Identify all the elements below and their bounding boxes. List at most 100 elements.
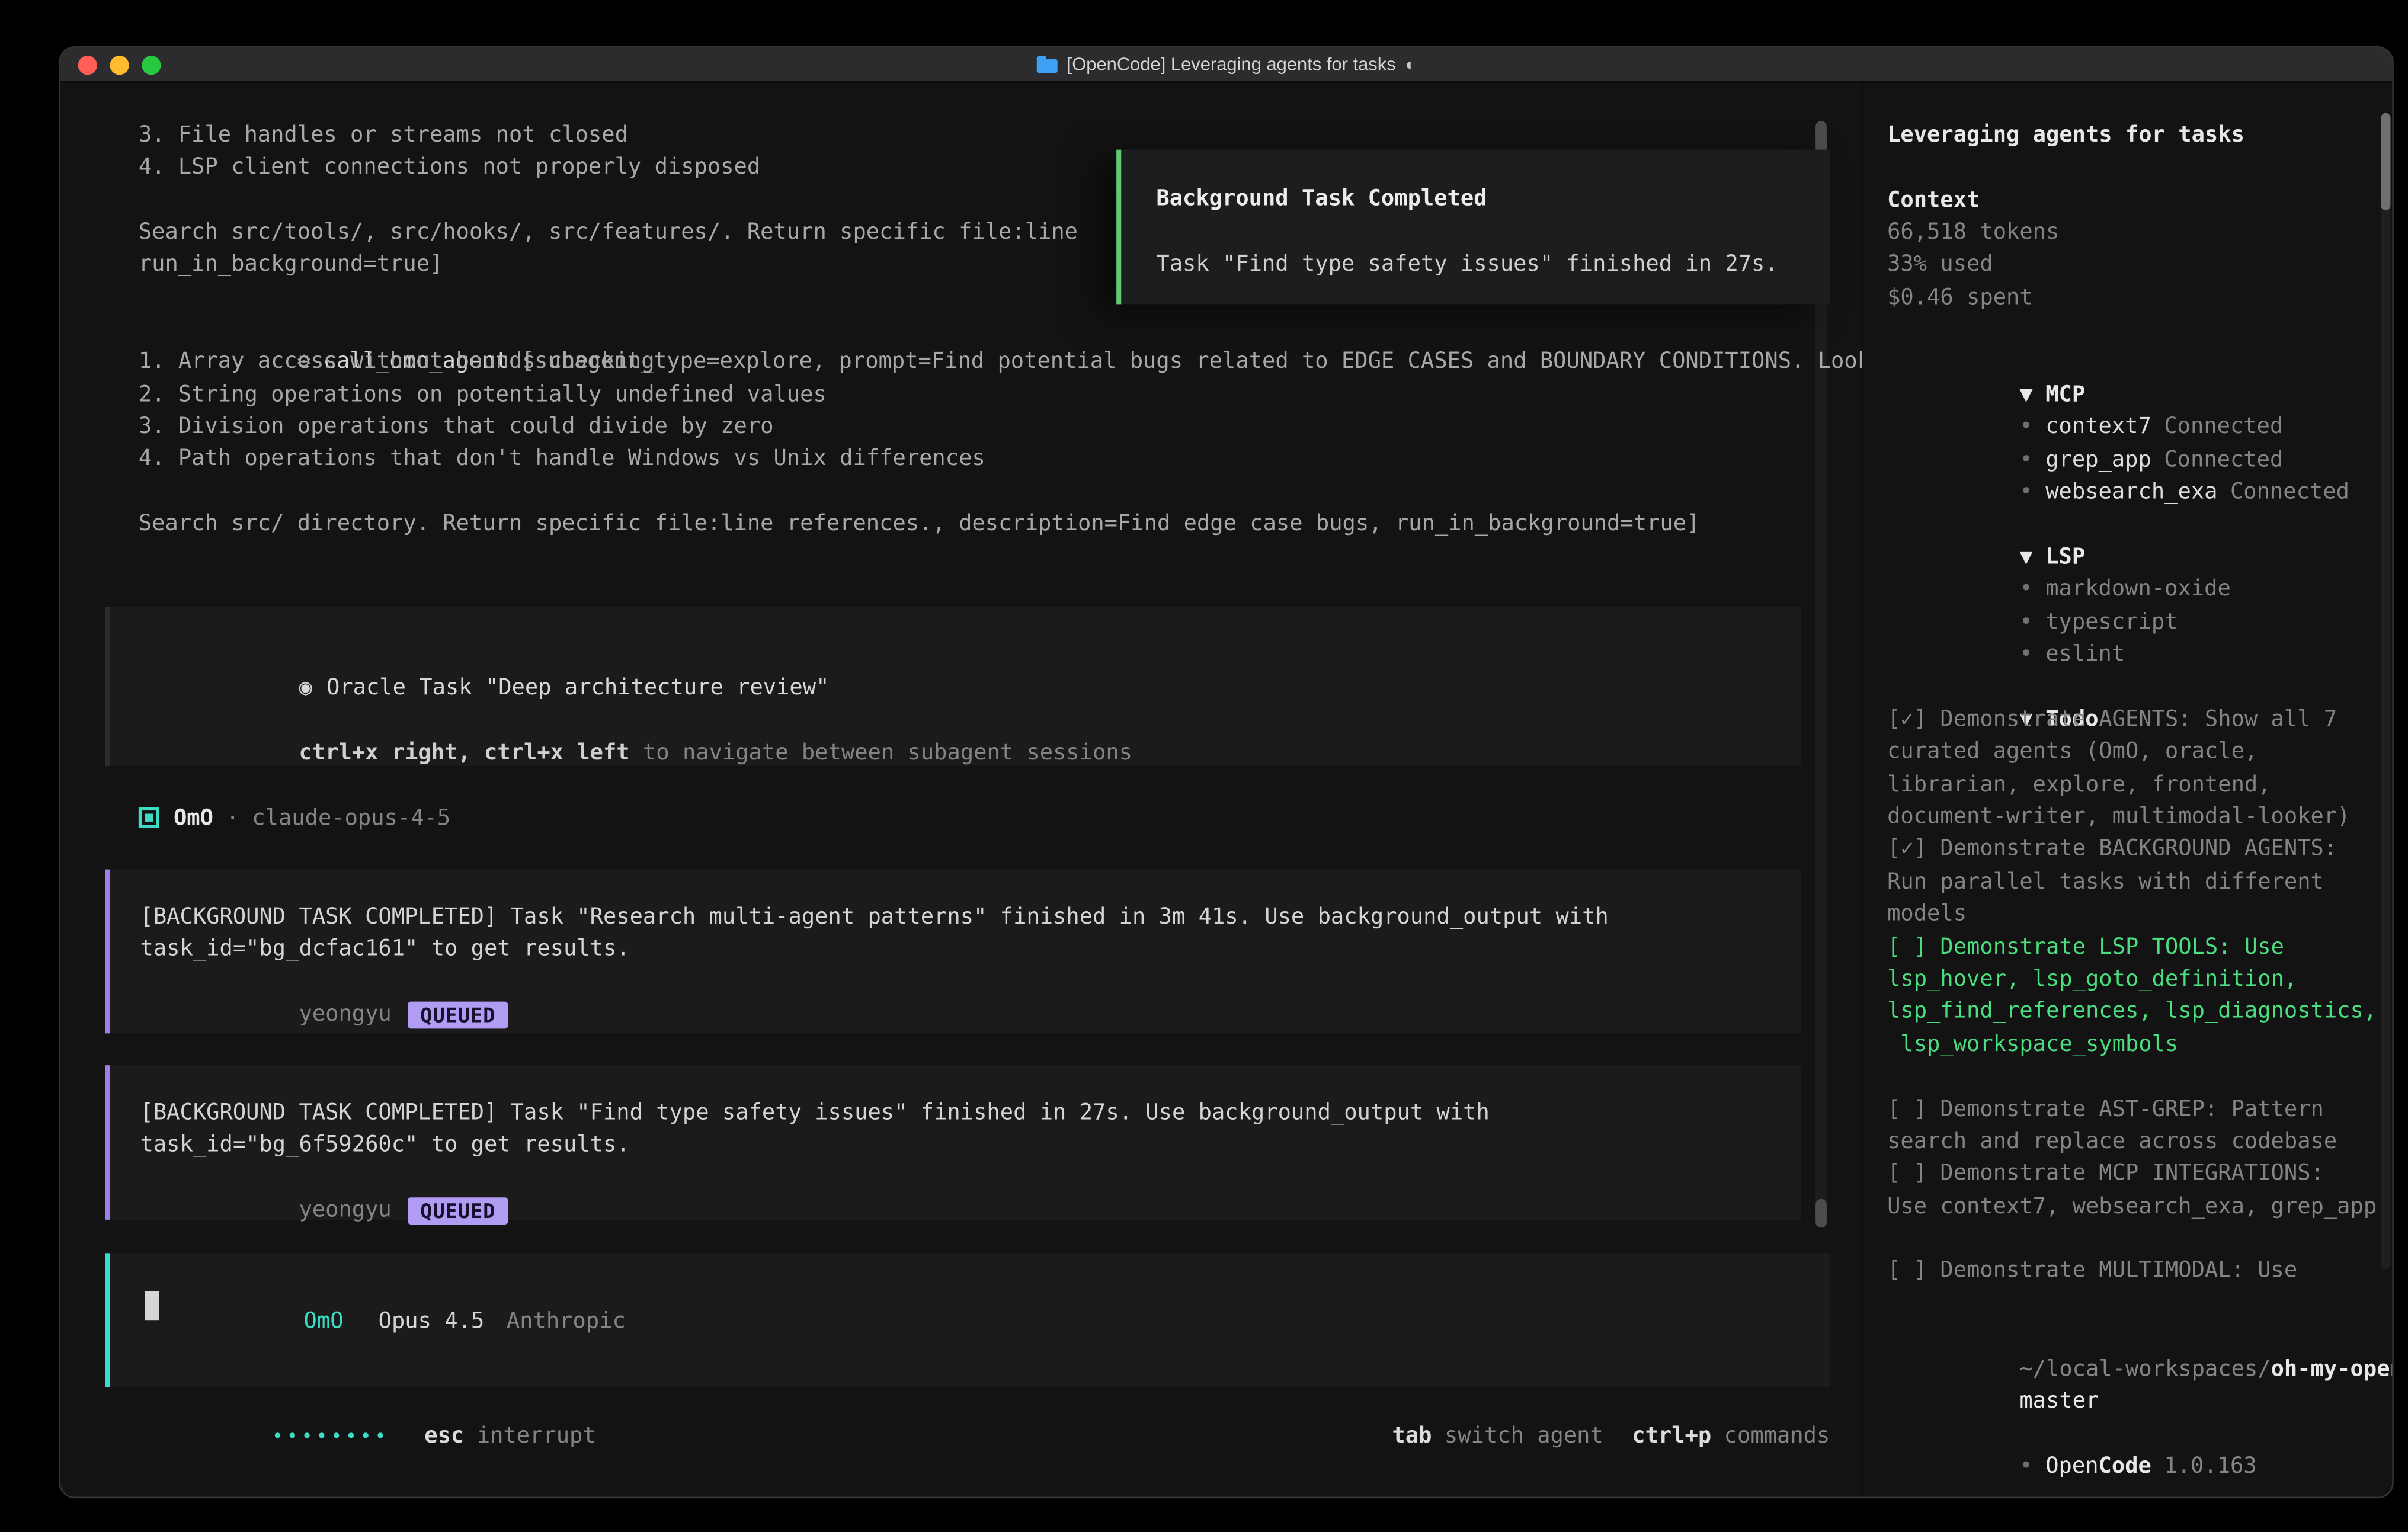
todo-item-line: curated agents (OmO, oracle, xyxy=(1887,736,2383,768)
bullet-icon: • xyxy=(2019,610,2032,635)
oracle-task-title: Oracle Task "Deep architecture review" xyxy=(326,676,829,701)
bullet-icon: • xyxy=(2019,577,2032,602)
opencode-version: 1.0.163 xyxy=(2164,1454,2256,1479)
workspace-path: ~/local-workspaces/oh-my-opencode: xyxy=(1887,1321,2383,1353)
blank-line xyxy=(1887,1223,2383,1255)
mcp-status: Connected xyxy=(2230,479,2349,505)
oracle-task-title-row: ◉Oracle Task "Deep architecture review" xyxy=(110,640,1801,673)
todo-item-line: lsp_find_references, lsp_diagnostics, xyxy=(1887,996,2383,1028)
tab-key-label: switch agent xyxy=(1445,1423,1603,1448)
close-window-button[interactable] xyxy=(78,55,97,74)
opencode-name-bold: Code xyxy=(2099,1454,2151,1479)
todo-item-line: models xyxy=(1887,898,2383,931)
workspace-repo: oh-my-opencode: xyxy=(2271,1356,2394,1382)
tool-call-list-item: 4. Path operations that don't handle Win… xyxy=(139,443,1923,476)
prompt-input[interactable]: OmO Opus 4.5 Anthropic xyxy=(105,1253,1830,1387)
bullet-icon: • xyxy=(2019,479,2032,505)
mcp-section-heading[interactable]: ▼MCP xyxy=(1887,347,2383,379)
scrollback-line: 4. LSP client connections not properly d… xyxy=(139,152,1078,184)
tab-key-hint: tab xyxy=(1392,1423,1432,1448)
blank-line xyxy=(1887,1288,2383,1321)
scrollback-block: 3. File handles or streams not closed 4.… xyxy=(139,119,1078,281)
scrollback-line: run_in_background=true] xyxy=(139,249,1078,281)
context-used: 33% used xyxy=(1887,249,2383,281)
window-title-text: [OpenCode] Leveraging agents for tasks xyxy=(1067,55,1396,74)
lsp-name: typescript xyxy=(2045,610,2178,635)
input-agent-name: OmO xyxy=(304,1309,344,1335)
bullet-icon: • xyxy=(2019,447,2032,473)
activity-dots: •••••••• xyxy=(272,1425,389,1447)
chat-area: 3. File handles or streams not closed 4.… xyxy=(60,83,1862,1498)
message-meta-row: yeongyuQUEUED xyxy=(110,1162,1801,1195)
blank-line xyxy=(139,476,1923,508)
oracle-hint-row: ctrl+x right, ctrl+x left to navigate be… xyxy=(110,705,1801,738)
todo-item-line: lsp_hover, lsp_goto_definition, xyxy=(1887,963,2383,996)
scrollbar-thumb[interactable] xyxy=(1815,1199,1827,1227)
esc-key-hint: esc xyxy=(424,1423,464,1448)
bullet-icon: • xyxy=(2019,1454,2032,1479)
window-titlebar[interactable]: [OpenCode] Leveraging agents for tasks ◐ xyxy=(60,48,2392,83)
todo-item-line: [ ] Demonstrate LSP TOOLS: Use xyxy=(1887,931,2383,963)
blank-line xyxy=(1887,314,2383,347)
bullet-icon: • xyxy=(2019,642,2032,667)
workspace-branch: master xyxy=(2019,1389,2099,1414)
status-bar-left: •••••••• esc interrupt xyxy=(113,1387,596,1485)
half-circle-icon: ◐ xyxy=(1405,55,1416,74)
todo-item-line: Run parallel tasks with different xyxy=(1887,866,2383,899)
blank-line xyxy=(1887,152,2383,184)
todo-item-line: lsp_workspace_symbols xyxy=(1887,1028,2383,1061)
mcp-status: Connected xyxy=(2164,415,2283,440)
oracle-icon: ◉ xyxy=(299,676,312,701)
message-meta-row: yeongyuQUEUED xyxy=(110,966,1801,999)
tool-call-list-item: 3. Division operations that could divide… xyxy=(139,411,1923,443)
collapse-triangle-icon: ▼ xyxy=(2019,382,2032,408)
esc-key-label: interrupt xyxy=(477,1423,596,1448)
message-line: [BACKGROUND TASK COMPLETED] Task "Resear… xyxy=(110,901,1801,934)
scrollback-line: Search src/tools/, src/hooks/, src/featu… xyxy=(139,216,1078,249)
blank-line xyxy=(1121,216,1830,248)
background-task-notification[interactable]: Background Task Completed Task "Find typ… xyxy=(1116,150,1830,305)
terminal-window: [OpenCode] Leveraging agents for tasks ◐… xyxy=(59,46,2393,1498)
todo-item-line: [ ] Demonstrate MCP INTEGRATIONS: xyxy=(1887,1158,2383,1191)
todo-item-line: [✓] Demonstrate BACKGROUND AGENTS: xyxy=(1887,834,2383,866)
tool-call-tail: Search src/ directory. Return specific f… xyxy=(139,508,1923,541)
ctrlp-key-hint: ctrl+p xyxy=(1632,1423,1711,1448)
scrollbar-thumb[interactable] xyxy=(2381,113,2390,210)
sidebar: Leveraging agents for tasks Context 66,5… xyxy=(1862,83,2394,1498)
tool-call-block: ⚙call_omo_agent[subagent_type=explore, p… xyxy=(139,313,1923,541)
message-author: yeongyu xyxy=(299,1198,391,1223)
mcp-heading-label: MCP xyxy=(2045,382,2085,408)
blank-line xyxy=(1887,1060,2383,1093)
todo-item-line: [✓] Demonstrate AGENTS: Show all 7 xyxy=(1887,704,2383,736)
background-task-message: [BACKGROUND TASK COMPLETED] Task "Resear… xyxy=(105,870,1801,1034)
scrollback-line xyxy=(139,184,1078,217)
mcp-name: grep_app xyxy=(2045,447,2151,473)
tool-call-list-item: 2. String operations on potentially unde… xyxy=(139,379,1923,411)
sidebar-scrollbar[interactable] xyxy=(2381,113,2390,1269)
scrollback-line: 3. File handles or streams not closed xyxy=(139,119,1078,152)
input-footer: OmO Opus 4.5 Anthropic xyxy=(145,1274,626,1371)
context-heading: Context xyxy=(1887,184,2383,217)
message-line: task_id="bg_6f59260c" to get results. xyxy=(110,1130,1801,1162)
status-bar: •••••••• esc interrupt tab switch agent ctrl… xyxy=(113,1420,1830,1453)
session-title: Leveraging agents for tasks xyxy=(1887,119,2383,152)
context-spent: $0.46 spent xyxy=(1887,281,2383,314)
collapse-triangle-icon: ▼ xyxy=(2019,544,2032,570)
input-provider: Anthropic xyxy=(507,1309,626,1335)
lsp-heading-label: LSP xyxy=(2045,544,2085,570)
bullet-icon: • xyxy=(2019,415,2032,440)
mcp-status: Connected xyxy=(2164,447,2283,473)
message-line: task_id="bg_dcfac161" to get results. xyxy=(110,934,1801,966)
mcp-name: websearch_exa xyxy=(2045,479,2217,505)
queued-badge: QUEUED xyxy=(408,1197,508,1224)
todo-item-line: librarian, explore, frontend, xyxy=(1887,768,2383,801)
todo-item-line: Use context7, websearch_exa, grep_app xyxy=(1887,1191,2383,1223)
todo-item-line: [ ] Demonstrate MULTIMODAL: Use xyxy=(1887,1255,2383,1288)
minimize-window-button[interactable] xyxy=(110,55,129,74)
input-model: Opus 4.5 xyxy=(379,1309,485,1335)
workspace-path-prefix: ~/local-workspaces/ xyxy=(2019,1356,2271,1382)
message-line: [BACKGROUND TASK COMPLETED] Task "Find t… xyxy=(110,1097,1801,1130)
zoom-window-button[interactable] xyxy=(142,55,161,74)
hint-keys: ctrl+x right, ctrl+x left xyxy=(299,741,629,766)
mcp-name: context7 xyxy=(2045,415,2151,440)
